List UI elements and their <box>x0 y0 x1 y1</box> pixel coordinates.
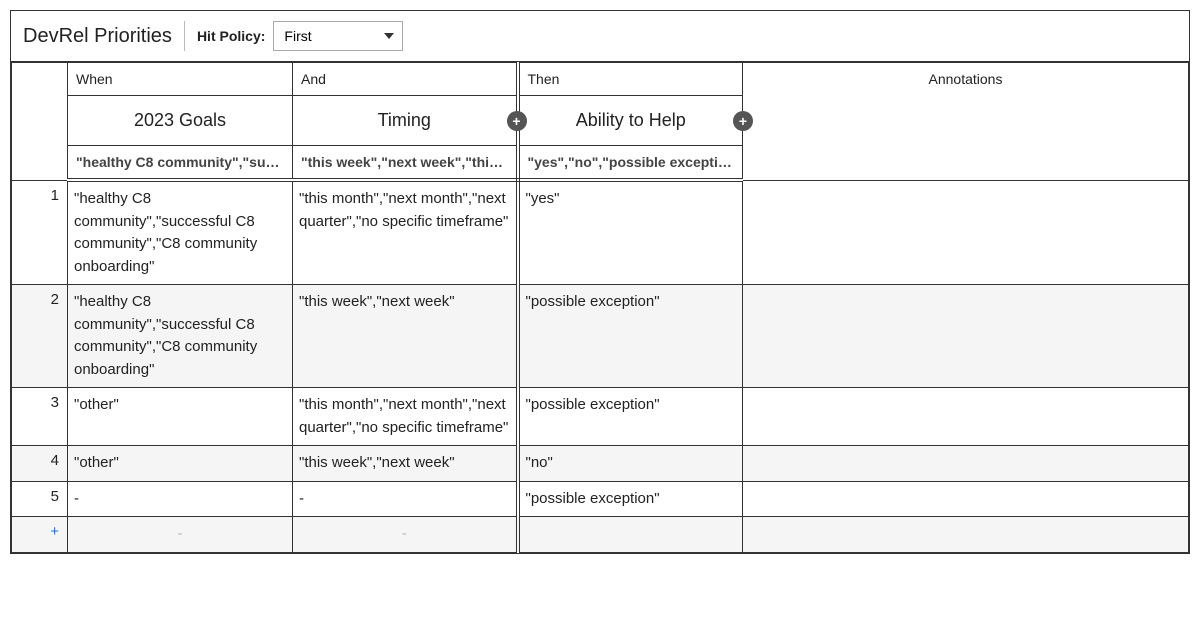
input-column-goals[interactable]: 2023 Goals <box>68 96 293 146</box>
rules-table: When And Then Annotations 2023 Goals Tim… <box>11 62 1189 553</box>
add-rule-input-placeholder[interactable]: - <box>293 517 518 553</box>
rule-input-cell[interactable]: - <box>293 481 518 517</box>
rule-number[interactable]: 5 <box>12 481 68 517</box>
rule-input-cell[interactable]: "other" <box>68 446 293 482</box>
rule-row: 1"healthy C8 community","successful C8 c… <box>12 180 1189 285</box>
rule-input-cell[interactable]: "this week","next week" <box>293 446 518 482</box>
add-rule-output-placeholder[interactable] <box>518 517 743 553</box>
add-rule-button[interactable]: + <box>12 517 68 553</box>
rule-input-cell[interactable]: "healthy C8 community","successful C8 co… <box>68 180 293 285</box>
divider <box>184 21 185 51</box>
rule-output-cell[interactable]: "no" <box>518 446 743 482</box>
rule-input-cell[interactable]: - <box>68 481 293 517</box>
output-column-ability-label: Ability to Help <box>576 110 686 130</box>
rule-row: 3"other""this month","next month","next … <box>12 388 1189 446</box>
rule-input-cell[interactable]: "healthy C8 community","successful C8 co… <box>68 285 293 388</box>
rule-number[interactable]: 1 <box>12 180 68 285</box>
rule-annotation-cell[interactable] <box>743 180 1189 285</box>
hit-policy-select[interactable]: FirstUniquePriorityAnyCollect <box>273 21 403 51</box>
rule-input-cell[interactable]: "other" <box>68 388 293 446</box>
rule-number[interactable]: 2 <box>12 285 68 388</box>
rule-annotation-cell[interactable] <box>743 481 1189 517</box>
decision-table: DevRel Priorities Hit Policy: FirstUniqu… <box>10 10 1190 554</box>
input-column-timing-label: Timing <box>378 110 431 130</box>
add-output-column-icon[interactable]: + <box>733 111 753 131</box>
table-header: DevRel Priorities Hit Policy: FirstUniqu… <box>11 11 1189 62</box>
add-input-column-icon[interactable]: + <box>507 111 527 131</box>
rule-row: 5--"possible exception" <box>12 481 1189 517</box>
add-rule-annotation-placeholder[interactable] <box>743 517 1189 553</box>
input-column-timing[interactable]: Timing + <box>293 96 518 146</box>
hit-policy-label: Hit Policy: <box>197 28 265 44</box>
rule-row: 2"healthy C8 community","successful C8 c… <box>12 285 1189 388</box>
output-clause-label: Then <box>518 63 743 96</box>
input-clause-label-1: When <box>68 63 293 96</box>
allowed-values-goals[interactable]: "healthy C8 community","succe… <box>68 146 293 181</box>
rule-annotation-cell[interactable] <box>743 388 1189 446</box>
input-clause-label-2: And <box>293 63 518 96</box>
input-column-goals-label: 2023 Goals <box>134 110 226 130</box>
rule-annotation-cell[interactable] <box>743 446 1189 482</box>
rule-output-cell[interactable]: "possible exception" <box>518 388 743 446</box>
table-title[interactable]: DevRel Priorities <box>23 25 184 48</box>
add-rule-row: +-- <box>12 517 1189 553</box>
rule-output-cell[interactable]: "possible exception" <box>518 481 743 517</box>
rule-input-cell[interactable]: "this month","next month","next quarter"… <box>293 180 518 285</box>
allowed-values-ability[interactable]: "yes","no","possible exception" <box>518 146 743 181</box>
label-row: When And Then Annotations <box>12 63 1189 96</box>
add-rule-input-placeholder[interactable]: - <box>68 517 293 553</box>
allowed-values-timing[interactable]: "this week","next week","this mo… <box>293 146 518 181</box>
rule-output-cell[interactable]: "possible exception" <box>518 285 743 388</box>
annotations-header: Annotations <box>743 63 1189 181</box>
rule-number[interactable]: 4 <box>12 446 68 482</box>
rule-number[interactable]: 3 <box>12 388 68 446</box>
row-number-header <box>12 63 68 181</box>
rule-row: 4"other""this week","next week""no" <box>12 446 1189 482</box>
output-column-ability[interactable]: Ability to Help + <box>518 96 743 146</box>
rule-annotation-cell[interactable] <box>743 285 1189 388</box>
rule-input-cell[interactable]: "this month","next month","next quarter"… <box>293 388 518 446</box>
rules-body: 1"healthy C8 community","successful C8 c… <box>12 180 1189 552</box>
rule-output-cell[interactable]: "yes" <box>518 180 743 285</box>
rule-input-cell[interactable]: "this week","next week" <box>293 285 518 388</box>
